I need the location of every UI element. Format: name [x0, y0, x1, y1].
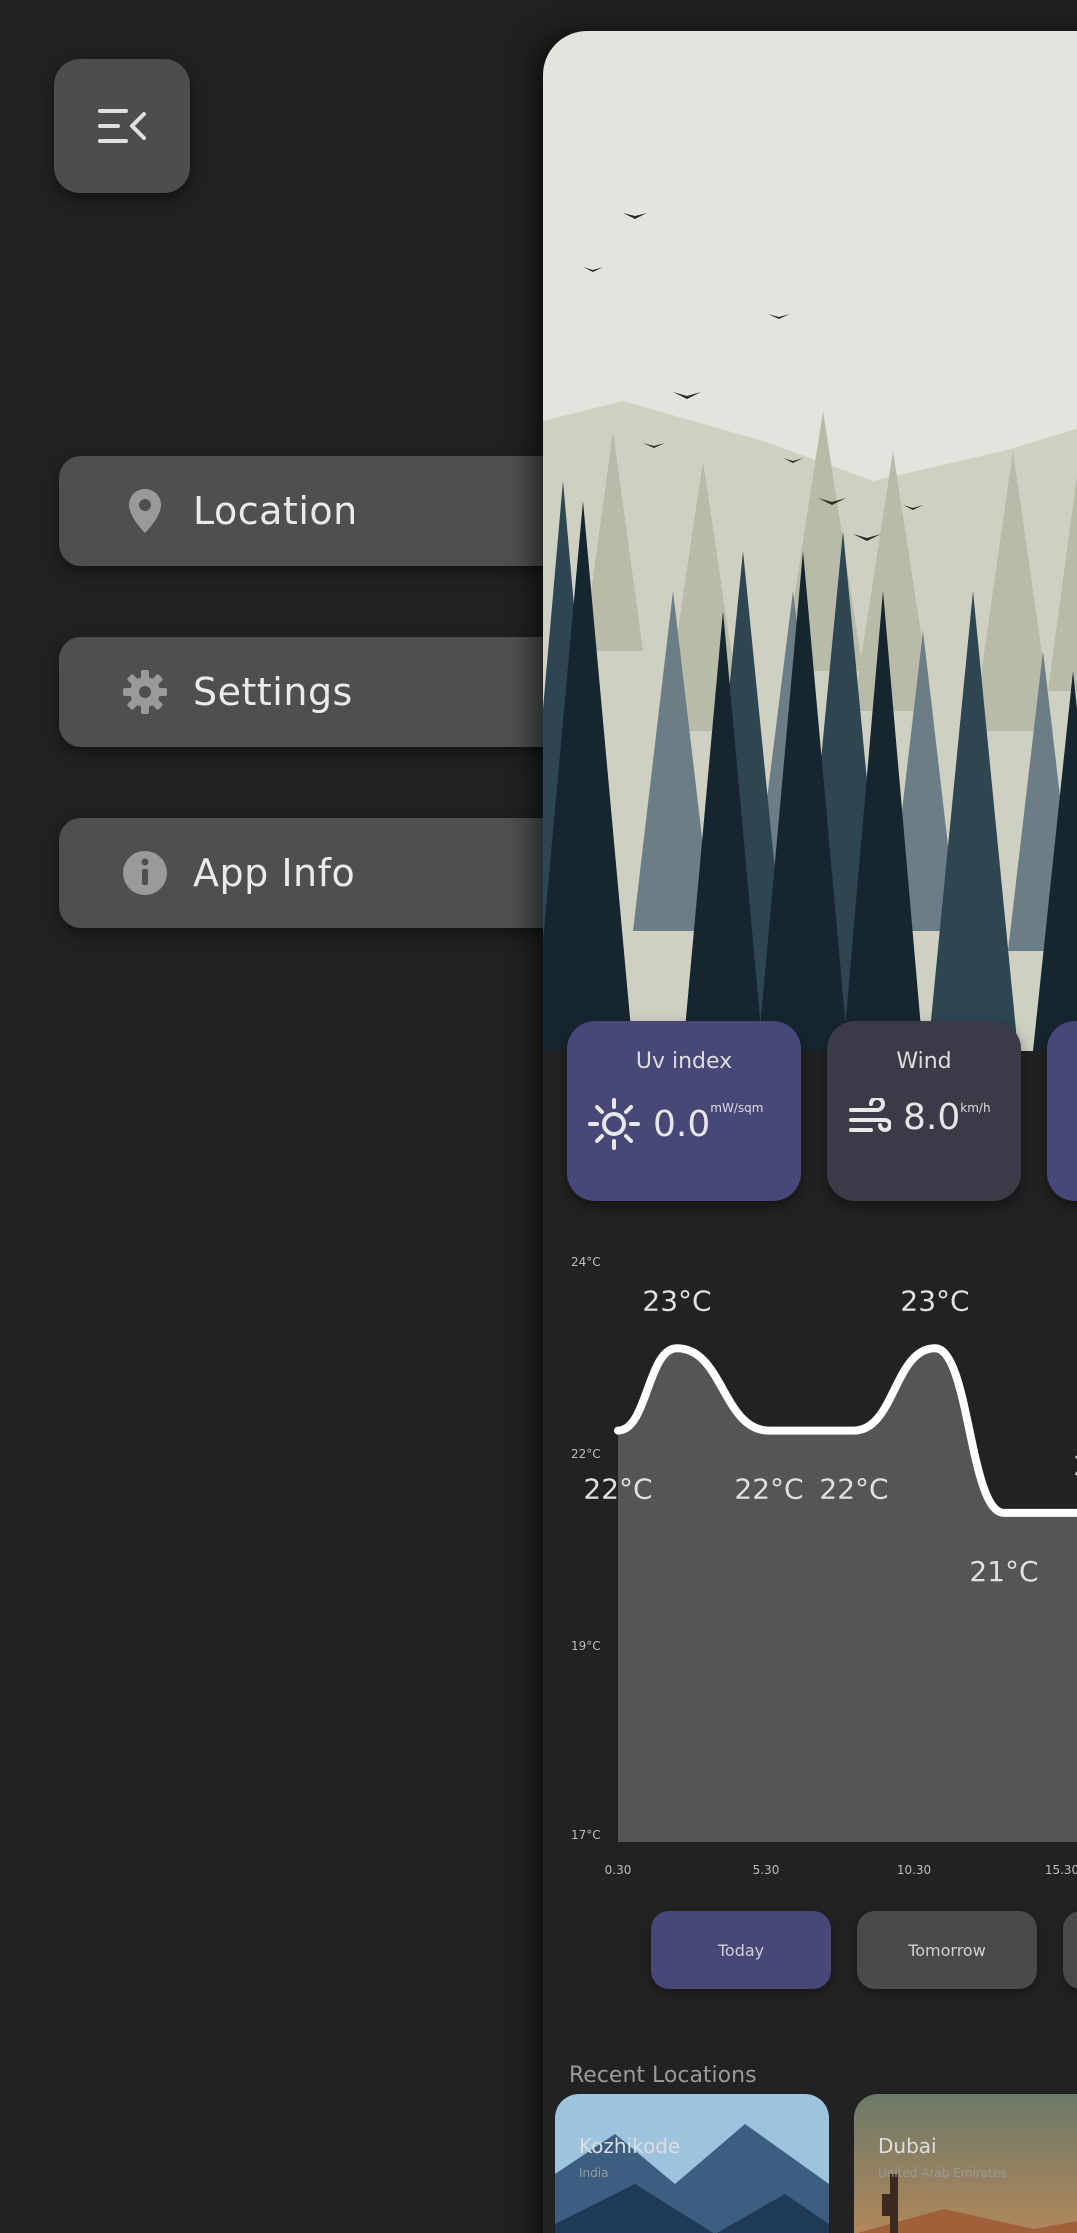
- data-label: 22°C: [819, 1473, 888, 1506]
- main-panel: Uv index 0.0 mW/sqm Wind 8.0 km/h 22°C 2…: [543, 31, 1077, 2233]
- data-label: 23°C: [642, 1284, 711, 1317]
- y-tick-label: 17°C: [571, 1828, 601, 1842]
- location-name: Kozhikode: [579, 2134, 681, 2158]
- menu-collapse-icon: [98, 109, 146, 143]
- data-label: 21°C: [969, 1555, 1038, 1588]
- wind-icon: [849, 1097, 891, 1132]
- location-country: United Arab Emirates: [878, 2166, 1007, 2180]
- gear-icon: [115, 662, 175, 722]
- mountain-thumbnail: [555, 2094, 829, 2233]
- nav-item-label: Settings: [193, 670, 353, 714]
- uv-value: 0.0: [653, 1103, 711, 1145]
- recent-location-card[interactable]: Dubai United Arab Emirates: [854, 2094, 1077, 2233]
- nav-item-label: App Info: [193, 851, 356, 895]
- tab-tomorrow[interactable]: Tomorrow: [857, 1911, 1037, 1989]
- wind-unit: km/h: [960, 1101, 991, 1115]
- tab-label: Today: [717, 1940, 765, 1960]
- y-tick-label: 19°C: [571, 1639, 601, 1653]
- y-tick-label: 22°C: [571, 1447, 601, 1461]
- nav-item-app-info[interactable]: App Info: [59, 818, 579, 928]
- x-tick-label: 10.30: [897, 1863, 931, 1877]
- temperature-chart: 22°C23°C22°C22°C23°C21°C21°C20°C22°C24°C…: [571, 1255, 1077, 1877]
- forest-illustration: [543, 31, 1077, 1051]
- stat-title: Uv index: [635, 1049, 733, 1074]
- recent-locations-title: Recent Locations: [569, 2063, 757, 2088]
- nav-item-settings[interactable]: Settings: [59, 637, 579, 747]
- nav-item-label: Location: [193, 489, 358, 533]
- location-pin-icon: [115, 481, 175, 541]
- data-label: 23°C: [900, 1284, 969, 1317]
- data-label: 22°C: [583, 1473, 652, 1506]
- tab-partial[interactable]: [1063, 1911, 1077, 1989]
- wind-card[interactable]: Wind 8.0 km/h: [827, 1021, 1021, 1201]
- x-tick-label: 15.30: [1045, 1863, 1077, 1877]
- location-name: Dubai: [878, 2134, 937, 2158]
- y-tick-label: 24°C: [571, 1255, 601, 1269]
- data-label: 21°C: [1073, 1449, 1077, 1482]
- uv-index-card[interactable]: Uv index 0.0 mW/sqm: [567, 1021, 801, 1201]
- desert-thumbnail: [854, 2094, 1077, 2233]
- stat-title: Wind: [896, 1049, 952, 1074]
- location-country: India: [579, 2166, 609, 2180]
- data-label: 22°C: [734, 1473, 803, 1506]
- stat-card-partial[interactable]: [1047, 1021, 1077, 1201]
- tab-label: Tomorrow: [908, 1940, 986, 1960]
- menu-collapse-button[interactable]: [54, 59, 190, 193]
- tab-today[interactable]: Today: [651, 1911, 831, 1989]
- chart-area: [618, 1348, 1077, 1842]
- wind-value: 8.0: [903, 1097, 961, 1138]
- sun-icon: [588, 1098, 640, 1150]
- recent-location-card[interactable]: Kozhikode India: [555, 2094, 829, 2233]
- uv-unit: mW/sqm: [710, 1101, 764, 1115]
- x-tick-label: 5.30: [753, 1863, 780, 1877]
- info-icon: [115, 843, 175, 903]
- x-tick-label: 0.30: [605, 1863, 632, 1877]
- nav-item-location[interactable]: Location: [59, 456, 579, 566]
